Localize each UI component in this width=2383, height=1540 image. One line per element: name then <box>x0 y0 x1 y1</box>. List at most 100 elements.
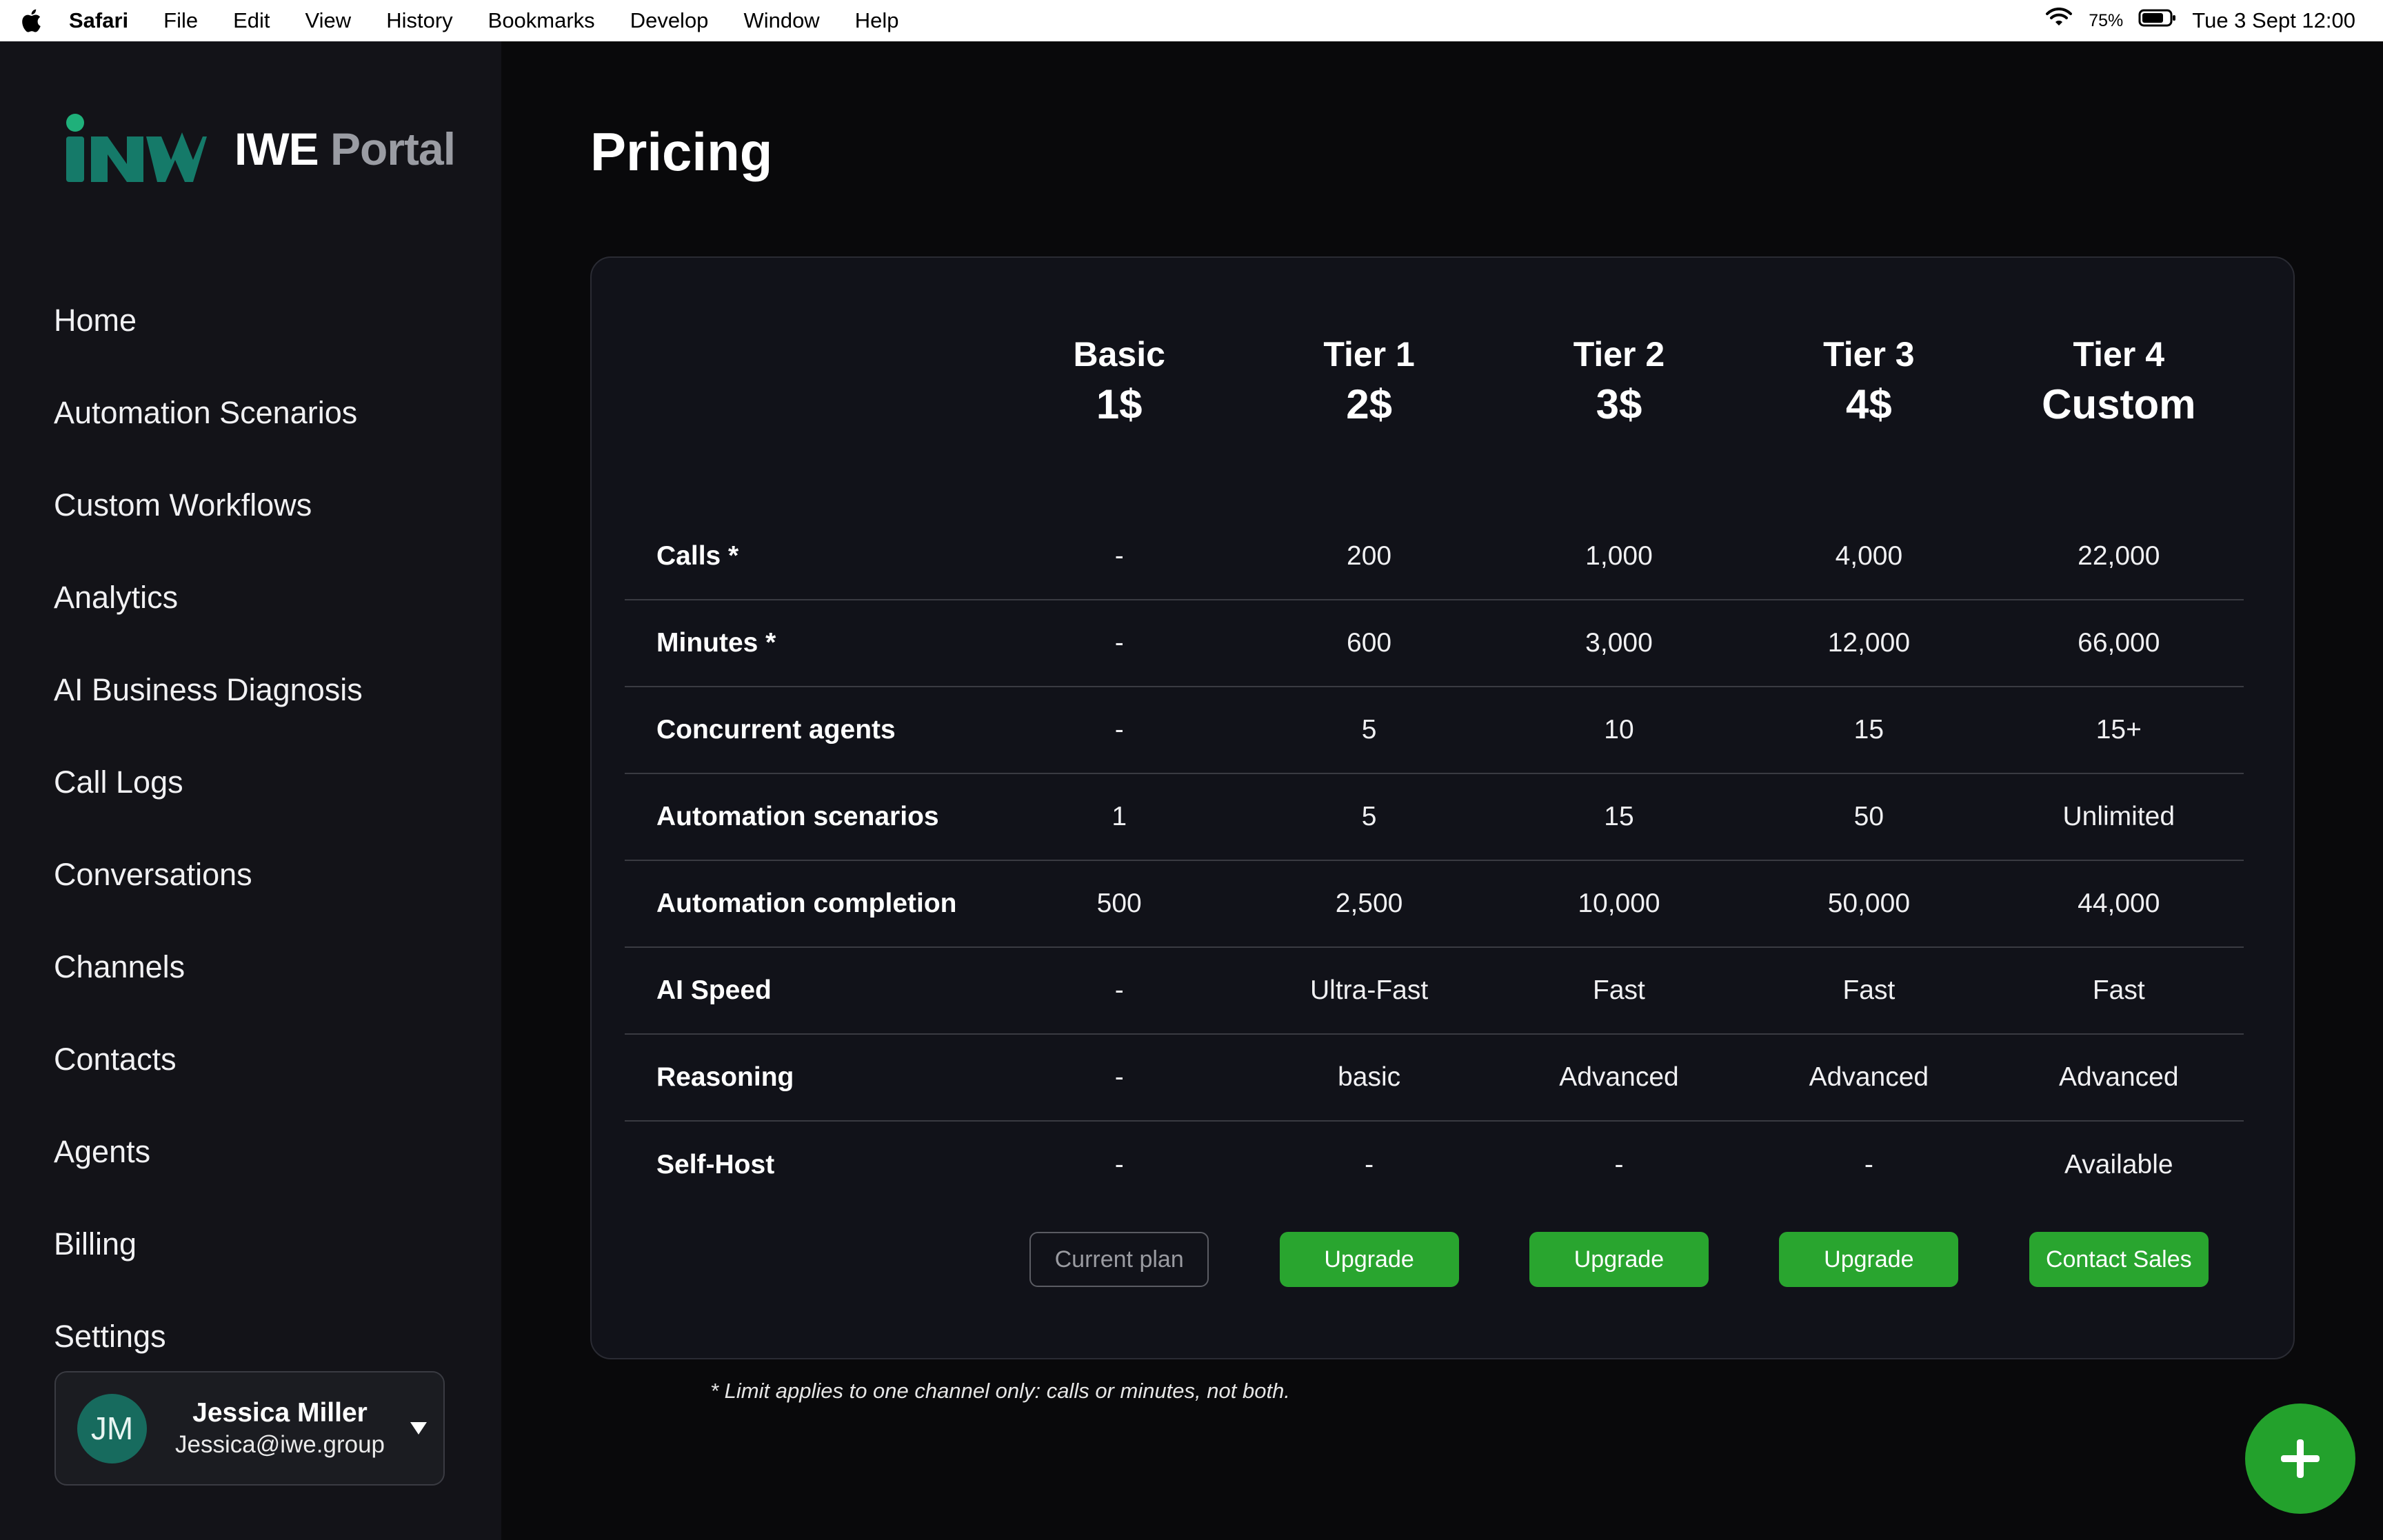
brand-name-light: Portal <box>330 123 456 174</box>
wifi-icon[interactable] <box>2044 7 2073 34</box>
sidebar-item-analytics[interactable]: Analytics <box>54 551 363 644</box>
menu-bookmarks[interactable]: Bookmarks <box>488 8 595 33</box>
table-cell: Advanced <box>1993 1034 2244 1122</box>
table-cell: Upgrade <box>1494 1208 1744 1311</box>
table-cell: Upgrade <box>1744 1208 1993 1311</box>
upgrade-tier-2-button[interactable]: Upgrade <box>1529 1232 1709 1287</box>
sidebar-item-billing[interactable]: Billing <box>54 1198 363 1290</box>
table-cell: 50,000 <box>1744 860 1994 948</box>
table-cell: 2,500 <box>1244 860 1494 948</box>
table-cell: - <box>994 600 1245 687</box>
tier-price: Custom <box>2042 381 2196 427</box>
table-cell: Unlimited <box>1993 773 2244 861</box>
chevron-down-icon[interactable] <box>410 1422 427 1435</box>
sidebar-item-settings[interactable]: Settings <box>54 1290 363 1383</box>
plan-actions-row: Current plan Upgrade Upgrade Upgrade Con… <box>625 1208 2244 1311</box>
feature-label: Calls * <box>625 513 994 600</box>
pricing-card: Basic 1$ Tier 1 2$ Tier 2 3$ Tier 3 4$ T… <box>590 256 2295 1359</box>
contact-sales-button[interactable]: Contact Sales <box>2029 1232 2209 1287</box>
feature-label: Concurrent agents <box>625 687 994 774</box>
brand-name: IWE Portal <box>234 123 456 175</box>
tier-name: Tier 4 <box>2073 335 2165 374</box>
table-cell: 15 <box>1494 773 1744 861</box>
tier-header-basic: Basic 1$ <box>994 327 1244 513</box>
menu-edit[interactable]: Edit <box>233 8 270 33</box>
table-cell: - <box>1114 1149 1124 1179</box>
brand[interactable]: IWE Portal <box>63 112 456 186</box>
table-cell: Fast <box>1993 947 2244 1035</box>
table-cell: Advanced <box>1744 1034 1994 1122</box>
avatar: JM <box>77 1393 147 1463</box>
table-cell: 1,000 <box>1494 513 1744 600</box>
table-row-minutes: Minutes * - 600 3,000 12,000 66,000 <box>625 600 2244 687</box>
user-account-menu[interactable]: JM Jessica Miller Jessica@iwe.group <box>54 1371 445 1486</box>
feature-label: Automation scenarios <box>625 773 994 861</box>
plus-icon <box>2281 1439 2320 1478</box>
current-plan-button[interactable]: Current plan <box>1029 1232 1209 1287</box>
sidebar-item-call-logs[interactable]: Call Logs <box>54 736 363 829</box>
table-row-reasoning: Reasoning - basic Advanced Advanced Adva… <box>625 1034 2244 1122</box>
menubar-clock[interactable]: Tue 3 Sept 12:00 <box>2192 8 2355 33</box>
battery-percentage: 75% <box>2089 10 2124 30</box>
brand-name-bold: IWE <box>234 123 319 174</box>
sidebar-item-automation-scenarios[interactable]: Automation Scenarios <box>54 367 363 459</box>
menubar-status-area: 75% Tue 3 Sept 12:00 <box>2029 7 2355 34</box>
tier-name: Tier 1 <box>1323 335 1415 374</box>
table-row-calls: Calls * - 200 1,000 4,000 22,000 <box>625 513 2244 600</box>
table-cell: 66,000 <box>1993 600 2244 687</box>
iwe-logo-icon <box>66 114 207 182</box>
feature-label: Minutes * <box>625 600 994 687</box>
table-cell: 50 <box>1744 773 1994 861</box>
tier-header-tier-3: Tier 3 4$ <box>1744 327 1993 513</box>
add-button[interactable] <box>2245 1404 2355 1514</box>
pricing-table: Basic 1$ Tier 1 2$ Tier 2 3$ Tier 3 4$ T… <box>625 327 2244 1311</box>
table-cell <box>625 1208 994 1311</box>
table-cell: Available <box>2064 1149 2173 1179</box>
table-cell: 3,000 <box>1494 600 1744 687</box>
upgrade-tier-1-button[interactable]: Upgrade <box>1279 1232 1459 1287</box>
sidebar-item-ai-business-diagnosis[interactable]: AI Business Diagnosis <box>54 644 363 736</box>
table-cell: 4,000 <box>1744 513 1994 600</box>
sidebar: IWE Portal Home Automation Scenarios Cus… <box>0 41 501 1540</box>
apple-icon[interactable] <box>19 7 43 34</box>
battery-icon[interactable] <box>2138 8 2177 33</box>
feature-label: AI Speed <box>625 947 994 1035</box>
pricing-footnote: * Limit applies to one channel only: cal… <box>710 1379 1290 1403</box>
menu-file[interactable]: File <box>163 8 198 33</box>
tier-header-tier-1: Tier 1 2$ <box>1244 327 1494 513</box>
table-cell: 1 <box>994 773 1245 861</box>
upgrade-tier-3-button[interactable]: Upgrade <box>1779 1232 1959 1287</box>
table-cell: - <box>994 947 1245 1035</box>
menu-app-name[interactable]: Safari <box>69 8 128 33</box>
sidebar-item-conversations[interactable]: Conversations <box>54 829 363 921</box>
sidebar-item-channels[interactable]: Channels <box>54 921 363 1013</box>
menu-view[interactable]: View <box>305 8 352 33</box>
table-cell: - <box>994 513 1245 600</box>
sidebar-item-custom-workflows[interactable]: Custom Workflows <box>54 459 363 551</box>
menu-history[interactable]: History <box>386 8 452 33</box>
table-cell: - <box>994 1034 1245 1122</box>
tier-name: Tier 2 <box>1573 335 1665 374</box>
menu-help[interactable]: Help <box>855 8 899 33</box>
table-cell: basic <box>1244 1034 1494 1122</box>
table-cell: Current plan <box>994 1208 1244 1311</box>
table-header-row: Basic 1$ Tier 1 2$ Tier 2 3$ Tier 3 4$ T… <box>625 327 2244 513</box>
system-menu-bar: Safari File Edit View History Bookmarks … <box>0 0 2383 41</box>
table-cell: Advanced <box>1494 1034 1744 1122</box>
sidebar-item-contacts[interactable]: Contacts <box>54 1013 363 1106</box>
feature-column-header <box>625 327 994 513</box>
tier-name: Tier 3 <box>1823 335 1915 374</box>
table-row-ai-speed: AI Speed - Ultra-Fast Fast Fast Fast <box>625 947 2244 1035</box>
sidebar-item-home[interactable]: Home <box>54 274 363 367</box>
tier-price: 3$ <box>1596 381 1642 427</box>
user-email: Jessica@iwe.group <box>175 1431 385 1458</box>
table-cell: 22,000 <box>1993 513 2244 600</box>
table-cell: 15+ <box>1993 687 2244 774</box>
menu-window[interactable]: Window <box>743 8 819 33</box>
table-cell: 5 <box>1244 773 1494 861</box>
sidebar-item-agents[interactable]: Agents <box>54 1106 363 1198</box>
tier-header-tier-2: Tier 2 3$ <box>1494 327 1744 513</box>
table-cell: 10,000 <box>1494 860 1744 948</box>
menu-develop[interactable]: Develop <box>630 8 709 33</box>
table-cell: 200 <box>1244 513 1494 600</box>
